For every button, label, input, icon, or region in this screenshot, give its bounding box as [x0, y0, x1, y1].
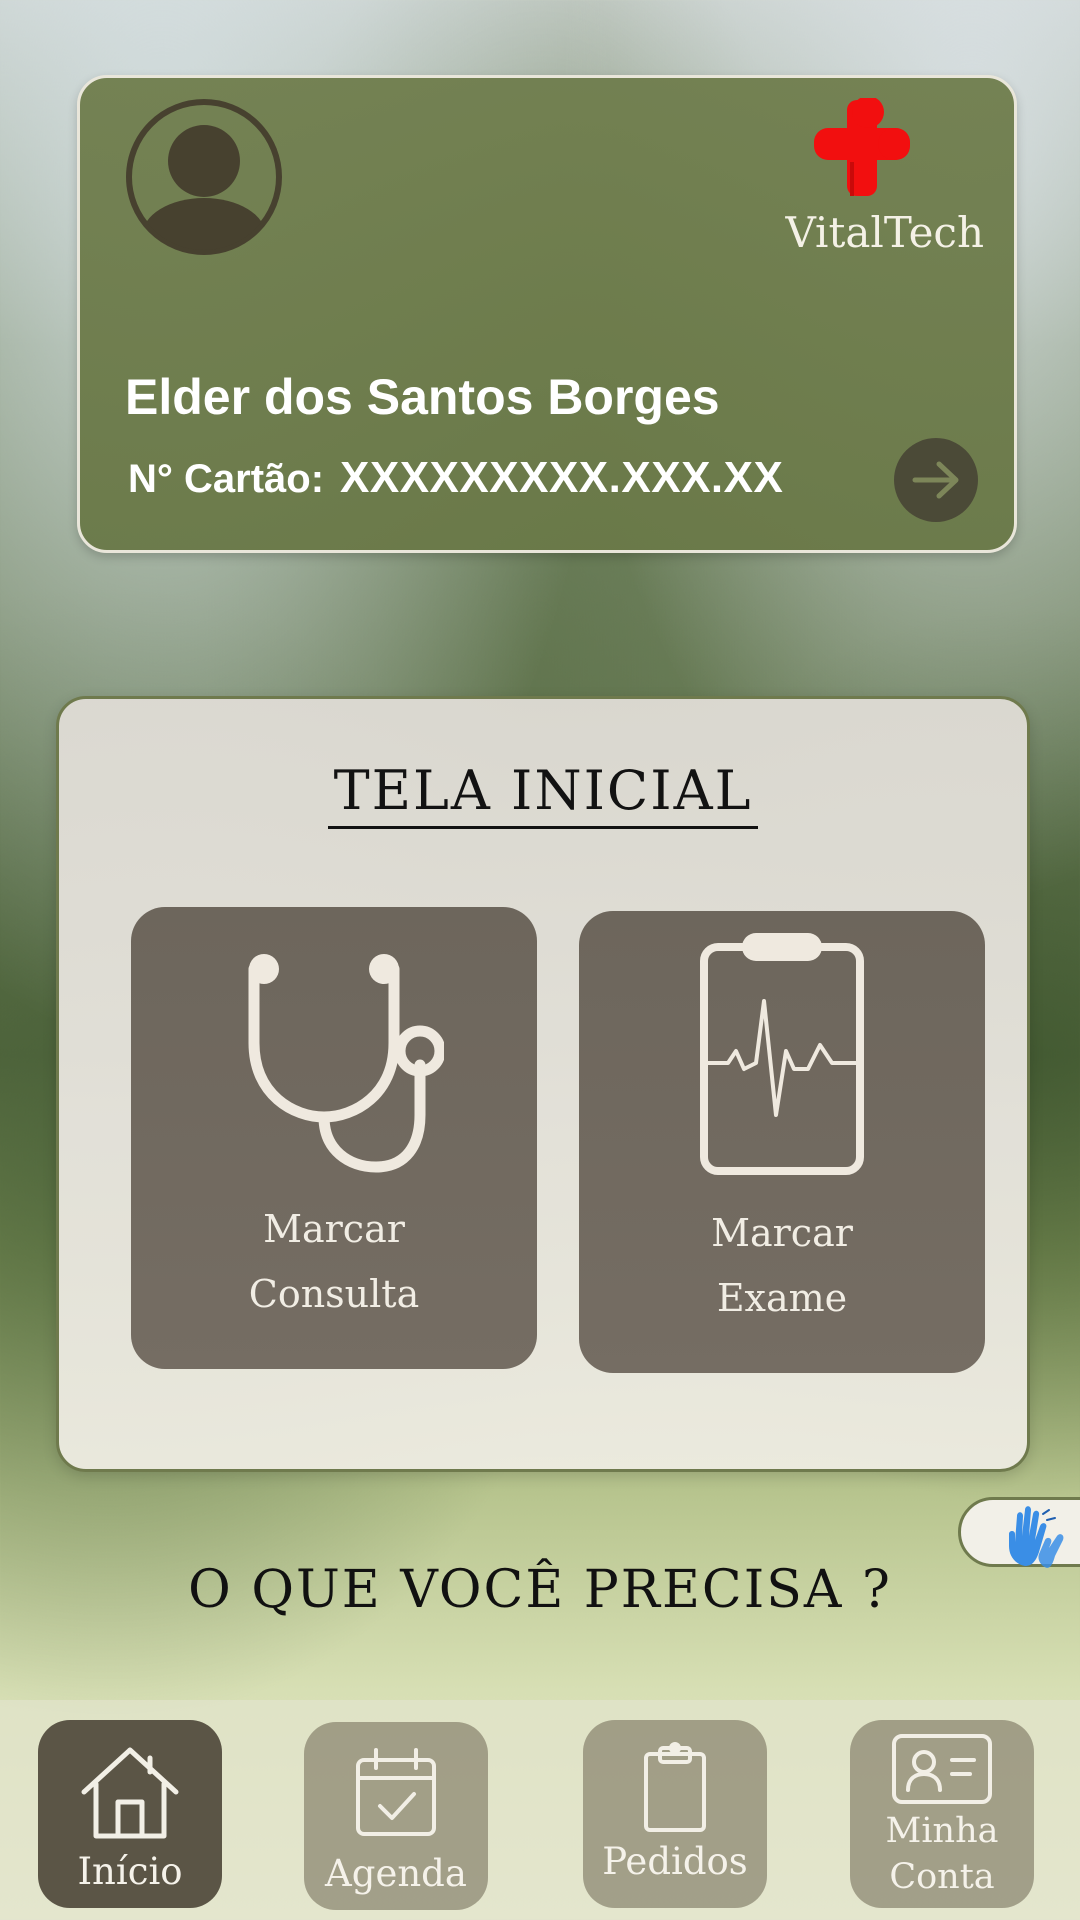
nav-item-pedidos[interactable]: Pedidos: [583, 1720, 767, 1908]
accessibility-button[interactable]: [958, 1497, 1080, 1568]
stethoscope-icon: [248, 954, 444, 1173]
card-details-button[interactable]: [894, 438, 978, 522]
calendar-check-icon: [356, 1748, 436, 1836]
home-panel: TELA INICIAL Marcar Consulta Marcar Exam…: [56, 696, 1030, 1472]
sign-language-hands-icon: [1009, 1506, 1064, 1568]
action-label-consulta: Marcar Consulta: [131, 1197, 537, 1327]
action-label-exame: Marcar Exame: [579, 1201, 985, 1331]
nav-label-line1: Minha: [885, 1811, 999, 1851]
card-number-label: N° Cartão:: [128, 457, 325, 501]
red-cross-logo: [814, 98, 910, 196]
action-label-line1: Marcar: [711, 1211, 853, 1255]
brand-name: VitalTech: [785, 208, 984, 257]
question-heading: O QUE VOCÊ PRECISA ?: [188, 1560, 892, 1620]
page-title: TELA INICIAL: [59, 759, 1027, 829]
schedule-consultation-button[interactable]: Marcar Consulta: [131, 907, 537, 1369]
action-label-line2: Consulta: [248, 1272, 420, 1316]
member-name: Elder dos Santos Borges: [125, 369, 720, 425]
user-avatar-icon: [126, 99, 282, 255]
card-number: N° Cartão: XXXXXXXXX.XXX.XX: [128, 453, 783, 503]
bottom-nav: Início Agenda Pedidos Minha Conta: [0, 1700, 1080, 1920]
home-icon: [81, 1747, 179, 1839]
page-title-text: TELA INICIAL: [327, 759, 759, 829]
arrow-right-icon: [912, 461, 959, 499]
nav-label: Pedidos: [602, 1840, 748, 1883]
nav-item-minha-conta[interactable]: Minha Conta: [850, 1720, 1034, 1908]
card-number-value: XXXXXXXXX.XXX.XX: [340, 453, 784, 502]
clipboard-icon: [644, 1742, 706, 1832]
nav-label-minha-conta: Minha Conta: [850, 1808, 1034, 1900]
member-card: VitalTech Elder dos Santos Borges N° Car…: [77, 75, 1017, 553]
nav-item-inicio[interactable]: Início: [38, 1720, 222, 1908]
brand: VitalTech: [754, 96, 984, 257]
action-label-line2: Exame: [716, 1276, 848, 1320]
nav-label: Agenda: [325, 1852, 467, 1895]
action-label-line1: Marcar: [263, 1207, 405, 1251]
schedule-exam-button[interactable]: Marcar Exame: [579, 911, 985, 1373]
nav-label: Início: [77, 1850, 183, 1893]
id-card-icon: [892, 1734, 992, 1804]
nav-label-line2: Conta: [889, 1857, 995, 1897]
nav-item-agenda[interactable]: Agenda: [304, 1722, 488, 1910]
clipboard-heartbeat-icon: [700, 933, 864, 1175]
